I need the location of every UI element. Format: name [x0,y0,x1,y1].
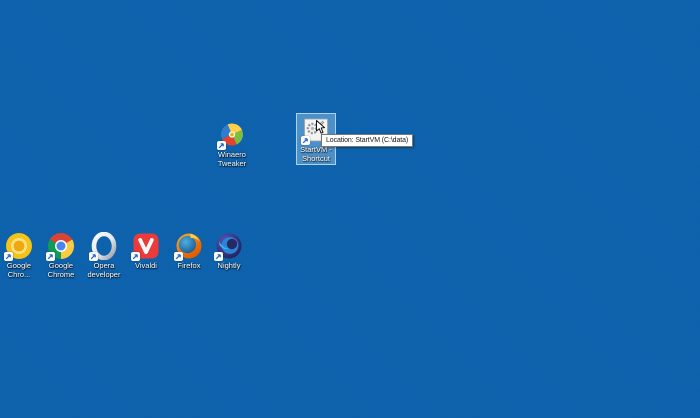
chrome-icon [46,232,75,261]
desktop-icon-label: Google Chro... [7,261,31,279]
vivaldi-icon [131,232,160,261]
tooltip: Location: StartVM (C:\data) [321,134,414,147]
desktop-icon-label: Nightly [217,261,241,271]
desktop-icon-label: Google Chrome [47,261,75,279]
label-line2: Chrome [47,269,75,279]
label-line1: Vivaldi [135,261,157,270]
label-line2: Chro... [7,269,31,279]
desktop-icon-label: Winaero Tweaker [217,150,247,168]
nightly-icon [214,232,243,261]
shortcut-arrow-overlay-icon [174,252,183,261]
winaero-tweaker-icon [216,121,246,150]
shortcut-arrow-overlay-icon [216,141,226,150]
shortcut-arrow-overlay-icon [214,252,223,261]
desktop-icon-nightly[interactable]: Nightly [197,229,261,273]
label-line2: Tweaker [217,158,247,168]
label-line2: Shortcut [302,153,330,163]
shortcut-arrow-overlay-icon [300,136,310,145]
shortcut-arrow-overlay-icon [131,252,140,261]
desktop-icon-winaero-tweaker[interactable]: Winaero Tweaker [200,118,264,170]
shortcut-arrow-overlay-icon [4,252,13,261]
desktop-icon-label: StartVM - Shortcut [300,145,332,163]
mouse-cursor-icon [316,120,326,135]
desktop[interactable]: Winaero Tweaker StartVM - Shortcut Googl… [0,0,700,418]
label-line1: Nightly [217,261,241,270]
shortcut-arrow-overlay-icon [88,252,98,261]
desktop-icon-label: Vivaldi [135,261,157,271]
shortcut-arrow-overlay-icon [46,252,55,261]
